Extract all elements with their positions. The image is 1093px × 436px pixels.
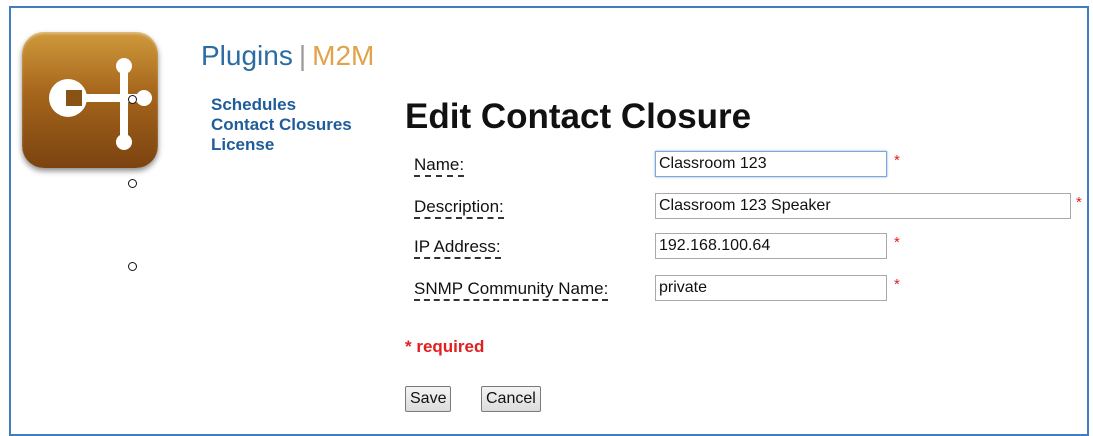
description-label: Description: (414, 197, 504, 219)
header-separator: | (298, 40, 307, 71)
plugin-logo (22, 32, 158, 168)
required-star: * (894, 276, 900, 293)
header-title-text: Plugins (201, 40, 293, 71)
nav-item-schedules[interactable]: Schedules (211, 95, 352, 115)
contact-closure-plugin-icon (49, 58, 152, 150)
save-button[interactable]: Save (405, 386, 452, 412)
required-star: * (894, 152, 900, 169)
description-input[interactable] (655, 193, 1071, 219)
page-frame (9, 6, 1089, 436)
name-label: Name: (414, 155, 465, 177)
required-star: * (894, 234, 900, 251)
list-bullet-icon (128, 262, 137, 271)
snmp-community-label: SNMP Community Name: (414, 279, 609, 301)
list-bullet-icon (128, 95, 137, 104)
header-title: Plugins | M2M (201, 40, 374, 72)
required-star: * (1076, 194, 1082, 211)
plugin-nav: Schedules Contact Closures License (211, 95, 352, 155)
snmp-community-input[interactable] (655, 275, 887, 301)
nav-item-license[interactable]: License (211, 135, 352, 155)
nav-item-contact-closures[interactable]: Contact Closures (211, 115, 352, 135)
name-input[interactable] (655, 151, 887, 177)
required-note: * required (405, 337, 485, 356)
list-bullet-icon (128, 179, 137, 188)
ip-address-input[interactable] (655, 233, 887, 259)
page-title: Edit Contact Closure (405, 97, 752, 136)
cancel-button[interactable]: Cancel (481, 386, 541, 412)
header-subtitle: M2M (312, 40, 375, 71)
ip-address-label: IP Address: (414, 237, 501, 259)
